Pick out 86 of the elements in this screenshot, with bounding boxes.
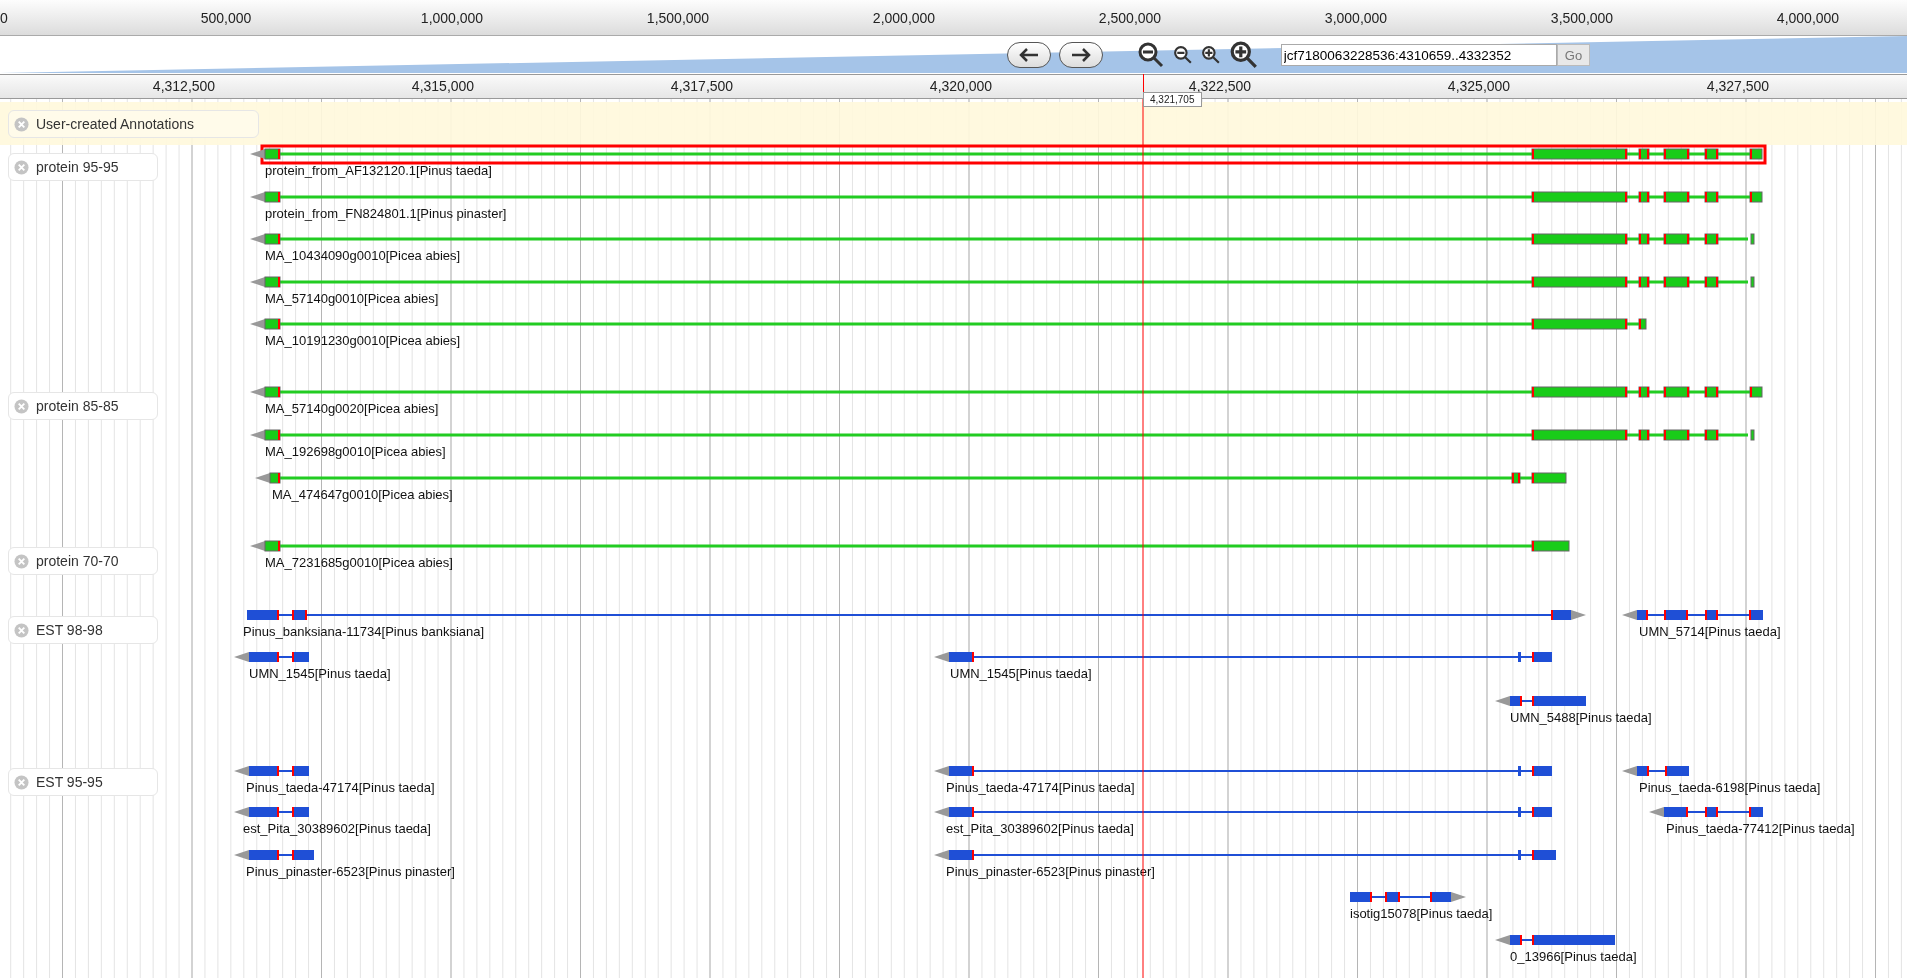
ruler-label: 0: [0, 10, 8, 26]
track-label[interactable]: protein 85-85: [8, 392, 158, 420]
pan-left-button[interactable]: [1006, 42, 1051, 68]
gene-model-drawing[interactable]: [234, 807, 309, 817]
gene-model-drawing[interactable]: [934, 807, 1552, 817]
gene-model-drawing[interactable]: [934, 652, 1552, 662]
zoom-in-icon[interactable]: [1228, 40, 1259, 70]
track-name: protein 70-70: [36, 553, 119, 569]
gene-model-drawing[interactable]: [1495, 696, 1586, 706]
feature-label: UMN_1545[Pinus taeda]: [950, 666, 1092, 681]
ruler-label: 1,500,000: [646, 10, 710, 26]
zoom-out-icon[interactable]: [1136, 41, 1165, 69]
gene-model-drawing[interactable]: [1350, 892, 1466, 902]
track-name: EST 95-95: [36, 774, 103, 790]
feature-label: MA_192698g0010[Picea abies]: [265, 444, 446, 459]
feature-label: protein_from_FN824801.1[Pinus pinaster]: [265, 206, 507, 221]
gene-model-drawing[interactable]: [934, 766, 1552, 776]
track-label[interactable]: protein 70-70: [8, 547, 158, 575]
ruler-label: 3,500,000: [1550, 10, 1614, 26]
gene-model-drawing[interactable]: [250, 233, 1755, 245]
feature-label: isotig15078[Pinus taeda]: [1350, 906, 1493, 921]
ruler-label: 4,320,000: [929, 78, 993, 94]
feature-label: 0_13966[Pinus taeda]: [1510, 949, 1637, 964]
gene-model-drawing[interactable]: [1622, 766, 1689, 776]
track-name: User-created Annotations: [36, 116, 194, 132]
feature-label: est_Pita_30389602[Pinus taeda]: [243, 821, 431, 836]
ruler-label: 2,000,000: [872, 10, 936, 26]
ruler-label: 4,317,500: [670, 78, 734, 94]
feature-label: UMN_5488[Pinus taeda]: [1510, 710, 1652, 725]
pan-right-button[interactable]: [1058, 42, 1103, 68]
track-label[interactable]: EST 95-95: [8, 768, 158, 796]
feature-label: Pinus_banksiana-11734[Pinus banksiana]: [243, 624, 485, 639]
feature-label: Pinus_taeda-6198[Pinus taeda]: [1639, 780, 1821, 795]
track-label[interactable]: protein 95-95: [8, 153, 158, 181]
feature-label: Pinus_pinaster-6523[Pinus pinaster]: [946, 864, 1155, 879]
ruler-label: 500,000: [200, 10, 252, 26]
ruler-label: 4,000,000: [1776, 10, 1840, 26]
track-name: EST 98-98: [36, 622, 103, 638]
gene-model-drawing[interactable]: [250, 318, 1647, 330]
ruler-label: 1,000,000: [420, 10, 484, 26]
ruler-label: 2,500,000: [1098, 10, 1162, 26]
track-label[interactable]: EST 98-98: [8, 616, 158, 644]
position-label: 4,321,705: [1143, 92, 1202, 107]
feature-label: MA_57140g0010[Picea abies]: [265, 291, 439, 306]
gene-model-drawing[interactable]: [1495, 935, 1615, 945]
ruler-label: 4,322,500: [1188, 78, 1252, 94]
feature-label: est_Pita_30389602[Pinus taeda]: [946, 821, 1134, 836]
zoom-out-icon[interactable]: [1172, 45, 1193, 65]
feature-label: Pinus_taeda-47174[Pinus taeda]: [946, 780, 1135, 795]
gene-model-drawing[interactable]: [934, 850, 1556, 860]
feature-label: Pinus_taeda-77412[Pinus taeda]: [1666, 821, 1855, 836]
feature-label: Pinus_pinaster-6523[Pinus pinaster]: [246, 864, 455, 879]
feature-label: UMN_5714[Pinus taeda]: [1639, 624, 1781, 639]
feature-label: Pinus_taeda-47174[Pinus taeda]: [246, 780, 435, 795]
gene-model-drawing[interactable]: [250, 386, 1763, 398]
feature-label: UMN_1545[Pinus taeda]: [249, 666, 391, 681]
feature-label: protein_from_AF132120.1[Pinus taeda]: [265, 163, 492, 178]
left-arrow-icon: [1017, 47, 1040, 63]
location-field[interactable]: jcf7180063228536:4310659..4332352: [1280, 44, 1557, 66]
gene-model-drawing[interactable]: [234, 766, 309, 776]
zoom-in-icon[interactable]: [1200, 45, 1221, 65]
gene-model-drawing[interactable]: [234, 652, 309, 662]
feature-label: MA_7231685g0010[Picea abies]: [265, 555, 453, 570]
gene-model-drawing[interactable]: [250, 429, 1755, 441]
track-label[interactable]: User-created Annotations: [8, 110, 259, 138]
ruler-label: 4,312,500: [152, 78, 216, 94]
go-button[interactable]: Go: [1556, 44, 1591, 66]
overview-ruler[interactable]: 0 500,000 1,000,000 1,500,000 2,000,000 2,500,000 3,000,000 3,500,000 4,000,000: [0, 0, 1907, 36]
feature-label: MA_10191230g0010[Picea abies]: [265, 333, 461, 348]
ruler-label: 4,315,000: [411, 78, 475, 94]
gene-model-drawing[interactable]: [234, 850, 314, 860]
gene-model-drawing[interactable]: [247, 610, 1586, 620]
gene-model-drawing[interactable]: [250, 144, 1767, 165]
feature-label: MA_474647g0010[Picea abies]: [272, 487, 453, 502]
feature-label: MA_57140g0020[Picea abies]: [265, 401, 439, 416]
ruler-label: 4,327,500: [1706, 78, 1770, 94]
feature-label: MA_10434090g0010[Picea abies]: [265, 248, 461, 263]
gene-model-drawing[interactable]: [1622, 610, 1763, 620]
track-name: protein 95-95: [36, 159, 119, 175]
ruler-label: 3,000,000: [1324, 10, 1388, 26]
gene-model-drawing[interactable]: [250, 191, 1763, 203]
gene-model-drawing[interactable]: [1649, 807, 1763, 817]
right-arrow-icon: [1069, 47, 1092, 63]
track-name: protein 85-85: [36, 398, 119, 414]
gene-model-drawing[interactable]: [250, 276, 1755, 288]
ruler-label: 4,325,000: [1447, 78, 1511, 94]
